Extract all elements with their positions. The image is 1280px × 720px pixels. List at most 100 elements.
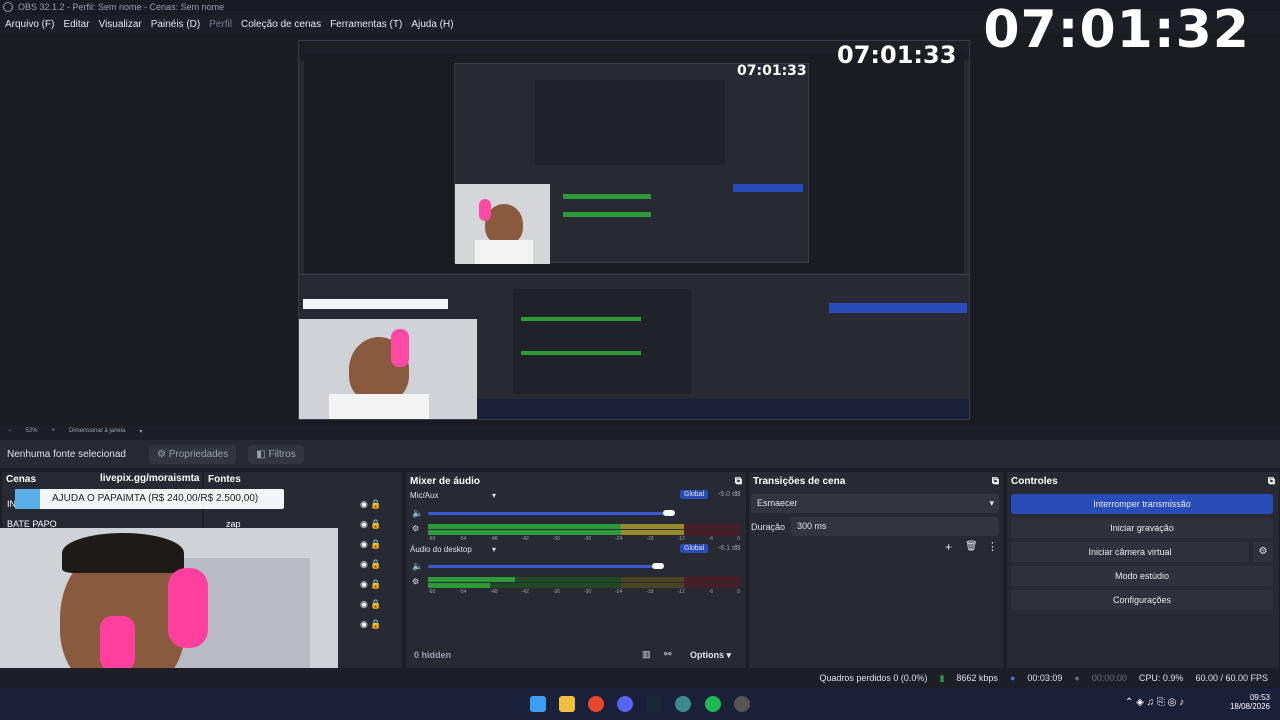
menu-perfil[interactable]: Perfil xyxy=(209,19,232,30)
tick-label: -24 xyxy=(615,536,623,542)
volume-knob[interactable] xyxy=(663,510,675,516)
nested-inner-webcam xyxy=(455,184,550,264)
volume-knob[interactable] xyxy=(652,563,664,569)
transitions-title: Transições de cena xyxy=(753,475,846,487)
livepix-label: livepix.gg/moraismta xyxy=(100,473,200,484)
more-icon[interactable]: ⋮ xyxy=(987,540,998,553)
studio-mode-button[interactable]: Modo estúdio xyxy=(1011,566,1273,586)
discord-icon[interactable] xyxy=(617,696,633,712)
zoom-out-icon[interactable]: − xyxy=(8,428,12,434)
controls-header: Controles ⧉ xyxy=(1007,474,1279,488)
stop-stream-button[interactable]: Interromper transmissão xyxy=(1011,494,1273,514)
speaker-icon[interactable]: 🔈 xyxy=(412,561,423,572)
steam-icon[interactable] xyxy=(646,696,662,712)
eye-icon[interactable]: ◉ 🔒 xyxy=(360,614,390,634)
menu-colecao-cenas[interactable]: Coleção de cenas xyxy=(241,19,321,30)
scenes-title: Cenas xyxy=(6,473,37,485)
transition-select[interactable]: Esmaecer ▾ xyxy=(751,494,999,513)
link-icon[interactable]: ⚯ xyxy=(664,649,672,660)
dock-menu-icon[interactable]: ⧉ xyxy=(735,476,742,487)
person-shirt xyxy=(475,240,533,264)
stream-time: 00:03:09 xyxy=(1027,673,1063,683)
layout-icon[interactable]: ▥ xyxy=(642,649,651,660)
bitrate: 8662 kbps xyxy=(956,673,998,683)
menu-ferramentas[interactable]: Ferramentas (T) xyxy=(330,19,402,30)
dock-menu-icon[interactable]: ⧉ xyxy=(1268,476,1275,487)
chevron-down-icon[interactable]: ▾ xyxy=(139,428,142,435)
menu-ajuda[interactable]: Ajuda (H) xyxy=(411,19,453,30)
spotify-icon[interactable] xyxy=(705,696,721,712)
eye-icon[interactable]: ◉ 🔒 xyxy=(360,534,390,554)
options-label: Options xyxy=(690,650,724,660)
nested-preview: 07:01:33 07:01:33 xyxy=(298,40,970,420)
zoom-mode[interactable]: Dimensionar à janela xyxy=(69,428,125,434)
trash-icon[interactable]: 🗑 xyxy=(965,541,978,552)
file-explorer-icon[interactable] xyxy=(559,696,575,712)
signal-icon: ▮ xyxy=(939,672,945,683)
app-icon[interactable] xyxy=(675,696,691,712)
start-recording-button[interactable]: Iniciar gravação xyxy=(1011,518,1273,538)
duration-input[interactable]: 300 ms xyxy=(791,517,999,536)
tick-label: -18 xyxy=(646,536,654,542)
settings-button[interactable]: Configurações xyxy=(1011,590,1273,610)
tick-label: -42 xyxy=(521,589,529,595)
level-meter xyxy=(428,524,740,529)
eye-icon[interactable]: ◉ 🔒 xyxy=(360,514,390,534)
add-icon[interactable]: + xyxy=(945,540,952,554)
taskbar-clock[interactable]: 09:53 18/08/2026 xyxy=(1222,693,1270,711)
sources-header: Fontes xyxy=(204,472,402,486)
filters-button[interactable]: ◧ Filtros xyxy=(248,444,304,464)
filter-icon: ◧ xyxy=(256,448,269,460)
nested-inner-canvas xyxy=(535,80,725,165)
menu-visualizar[interactable]: Visualizar xyxy=(99,19,142,30)
tick-label: -54 xyxy=(459,589,467,595)
chevron-down-icon[interactable]: ▾ xyxy=(492,545,496,554)
global-badge: Global xyxy=(680,544,709,553)
properties-button[interactable]: ⚙ Propriedades xyxy=(149,444,237,464)
eye-icon[interactable]: ◉ 🔒 xyxy=(360,554,390,574)
record-icon: ● xyxy=(1074,673,1080,683)
duration-value: 300 ms xyxy=(797,521,827,531)
volume-slider[interactable] xyxy=(428,565,658,568)
menu-editar[interactable]: Editar xyxy=(63,19,89,30)
options-button[interactable]: Options ▾ xyxy=(690,650,731,661)
selected-source-label: Nenhuma fonte selecionad xyxy=(7,448,126,460)
settings-icon[interactable]: ⚙ xyxy=(412,577,419,586)
controls-dock: Controles ⧉ Interromper transmissão Inici… xyxy=(1007,472,1279,668)
hidden-count[interactable]: 0 hidden xyxy=(414,650,451,660)
menu-arquivo[interactable]: Arquivo (F) xyxy=(5,19,54,30)
tick-label: -12 xyxy=(677,536,685,542)
start-virtual-camera-button[interactable]: Iniciar câmera virtual xyxy=(1011,542,1249,562)
tray-icons[interactable]: ⌃ ◈ ♫ ⎘ ◎ ♪ xyxy=(1125,697,1184,708)
tick-label: -60 xyxy=(428,589,436,595)
settings-icon[interactable]: ⚙ xyxy=(412,524,419,533)
tick-label: -12 xyxy=(677,589,685,595)
tick-label: -36 xyxy=(552,536,560,542)
dock-menu-icon[interactable]: ⧉ xyxy=(992,476,999,487)
record-time: 00:00:00 xyxy=(1091,673,1127,683)
menu-paineis[interactable]: Painéis (D) xyxy=(151,19,200,30)
speaker-icon[interactable]: 🔈 xyxy=(412,508,423,519)
nested-mixer xyxy=(513,289,691,394)
transitions-header: Transições de cena ⧉ xyxy=(749,474,1003,488)
transition-value: Esmaecer xyxy=(757,498,798,508)
status-bar: Quadros perdidos 0 (0.0%) ▮ 8662 kbps ● … xyxy=(0,668,1280,688)
headphone-icon xyxy=(100,616,135,671)
obs-icon[interactable] xyxy=(734,696,750,712)
volume-slider[interactable] xyxy=(428,512,668,515)
duration-label: Duração xyxy=(751,522,786,532)
controls-title: Controles xyxy=(1011,475,1058,487)
chevron-down-icon: ▾ xyxy=(989,498,994,508)
tick-label: -30 xyxy=(583,536,592,542)
gear-icon[interactable]: ⚙ xyxy=(1253,542,1273,562)
stream-icon: ● xyxy=(1009,673,1016,683)
chrome-icon[interactable] xyxy=(588,696,604,712)
zoom-in-icon[interactable]: + xyxy=(52,428,56,434)
windows-start-icon[interactable] xyxy=(530,696,546,712)
chevron-down-icon[interactable]: ▾ xyxy=(492,491,496,500)
eye-icon[interactable]: ◉ 🔒 xyxy=(360,574,390,594)
zoom-value: 52% xyxy=(25,428,38,434)
nested-meter xyxy=(521,351,641,355)
eye-icon[interactable]: ◉ 🔒 xyxy=(360,594,390,614)
eye-icon[interactable]: ◉ 🔒 xyxy=(360,494,390,514)
